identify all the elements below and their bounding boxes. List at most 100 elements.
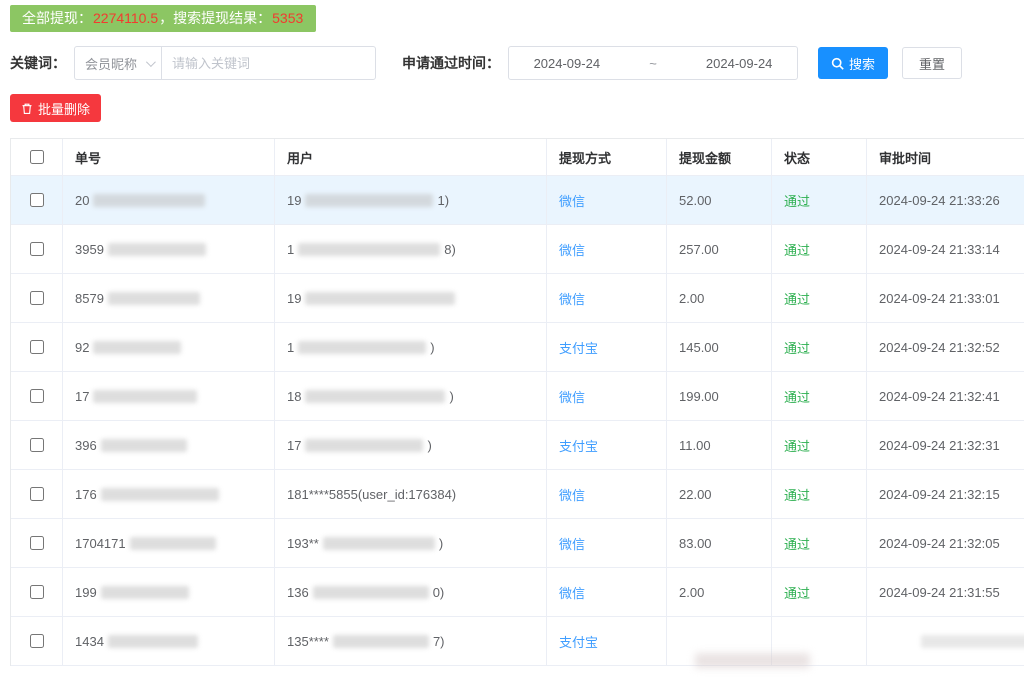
table-row: 3959 18) 微信 257.00 通过 2024-09-24 21:33:1…	[11, 225, 1024, 274]
redacted-user	[305, 439, 423, 452]
method-link[interactable]: 微信	[559, 387, 585, 406]
amount-cell: 83.00	[667, 519, 772, 567]
method-cell: 支付宝	[547, 323, 667, 371]
table-row: 92 1) 支付宝 145.00 通过 2024-09-24 21:32:52	[11, 323, 1024, 372]
keyword-input[interactable]	[161, 46, 376, 80]
redacted-order	[93, 390, 197, 403]
row-checkbox[interactable]	[30, 193, 44, 207]
status-cell: 通过	[772, 372, 867, 420]
row-checkbox-cell	[11, 176, 63, 224]
table-row: 17 18) 微信 199.00 通过 2024-09-24 21:32:41	[11, 372, 1024, 421]
chevron-down-icon	[146, 57, 156, 67]
order-cell: 8579	[63, 274, 275, 322]
row-checkbox[interactable]	[30, 585, 44, 599]
redacted-order	[108, 635, 198, 648]
row-checkbox[interactable]	[30, 438, 44, 452]
method-link[interactable]: 微信	[559, 191, 585, 210]
keyword-type-value: 会员昵称	[85, 54, 137, 73]
method-link[interactable]: 微信	[559, 485, 585, 504]
user-cell: 193**)	[275, 519, 547, 567]
row-checkbox-cell	[11, 274, 63, 322]
method-link[interactable]: 微信	[559, 289, 585, 308]
status-text: 通过	[784, 436, 810, 455]
table-row: 20 191) 微信 52.00 通过 2024-09-24 21:33:26	[11, 176, 1024, 225]
status-cell: 通过	[772, 176, 867, 224]
method-cell: 微信	[547, 568, 667, 616]
method-link[interactable]: 微信	[559, 583, 585, 602]
status-text: 通过	[784, 338, 810, 357]
time-cell: 2024-09-24 21:33:14	[867, 225, 1024, 273]
keyword-type-select[interactable]: 会员昵称	[74, 46, 162, 80]
status-text: 通过	[784, 289, 810, 308]
order-cell: 3959	[63, 225, 275, 273]
method-cell: 微信	[547, 225, 667, 273]
date-range-picker[interactable]: 2024-09-24 ~ 2024-09-24	[508, 46, 798, 80]
method-link[interactable]: 支付宝	[559, 436, 598, 455]
header-status: 状态	[772, 139, 867, 175]
summary-banner: 全部提现：2274110.5，搜索提现结果：5353	[10, 5, 316, 32]
amount-cell: 22.00	[667, 470, 772, 518]
header-time: 审批时间	[867, 139, 1024, 175]
time-cell: 2024-09-24 21:32:52	[867, 323, 1024, 371]
redacted-order	[108, 243, 206, 256]
method-cell: 支付宝	[547, 421, 667, 469]
status-text: 通过	[784, 191, 810, 210]
status-text: 通过	[784, 387, 810, 406]
table-header-row: 单号 用户 提现方式 提现金额 状态 审批时间	[11, 139, 1024, 176]
method-link[interactable]: 支付宝	[559, 338, 598, 357]
batch-delete-button[interactable]: 批量删除	[10, 94, 101, 122]
withdrawal-admin-page: 全部提现：2274110.5，搜索提现结果：5353 关键词： 会员昵称 申请通…	[0, 0, 1024, 666]
user-cell: 18)	[275, 372, 547, 420]
row-checkbox[interactable]	[30, 389, 44, 403]
method-link[interactable]: 支付宝	[559, 632, 598, 651]
status-cell: 通过	[772, 519, 867, 567]
withdrawals-table: 单号 用户 提现方式 提现金额 状态 审批时间 20 191) 微信 52.00…	[10, 138, 1024, 666]
table-row: 1704171 193**) 微信 83.00 通过 2024-09-24 21…	[11, 519, 1024, 568]
date-separator: ~	[649, 56, 657, 71]
row-checkbox[interactable]	[30, 242, 44, 256]
status-cell: 通过	[772, 421, 867, 469]
time-cell: 2024-09-24 21:33:01	[867, 274, 1024, 322]
row-checkbox-cell	[11, 519, 63, 567]
status-cell: 通过	[772, 568, 867, 616]
row-checkbox[interactable]	[30, 634, 44, 648]
row-checkbox[interactable]	[30, 536, 44, 550]
method-cell: 支付宝	[547, 617, 667, 665]
time-cell: 2024-09-24 21:32:15	[867, 470, 1024, 518]
row-checkbox-cell	[11, 568, 63, 616]
row-checkbox-cell	[11, 470, 63, 518]
redacted-user	[298, 341, 426, 354]
select-all-checkbox[interactable]	[30, 150, 44, 164]
redacted-user	[305, 292, 455, 305]
row-checkbox[interactable]	[30, 487, 44, 501]
method-cell: 微信	[547, 519, 667, 567]
redacted-time	[921, 635, 1024, 648]
banner-text-prefix: 全部提现：	[22, 10, 92, 26]
row-checkbox-cell	[11, 372, 63, 420]
header-method: 提现方式	[547, 139, 667, 175]
order-cell: 1704171	[63, 519, 275, 567]
reset-button[interactable]: 重置	[902, 47, 962, 79]
redacted-user	[313, 586, 429, 599]
search-button[interactable]: 搜索	[818, 47, 888, 79]
user-cell: 1)	[275, 323, 547, 371]
amount-cell: 52.00	[667, 176, 772, 224]
batch-delete-label: 批量删除	[38, 99, 90, 118]
user-cell: 181****5855(user_id:176384)	[275, 470, 547, 518]
order-cell: 199	[63, 568, 275, 616]
method-link[interactable]: 微信	[559, 534, 585, 553]
time-cell: 2024-09-24 21:31:55	[867, 568, 1024, 616]
date-start-value[interactable]: 2024-09-24	[534, 56, 601, 71]
row-checkbox[interactable]	[30, 340, 44, 354]
row-checkbox[interactable]	[30, 291, 44, 305]
row-checkbox-cell	[11, 323, 63, 371]
amount-cell: 11.00	[667, 421, 772, 469]
redacted-user	[298, 243, 440, 256]
row-checkbox-cell	[11, 421, 63, 469]
method-link[interactable]: 微信	[559, 240, 585, 259]
table-row: 199 1360) 微信 2.00 通过 2024-09-24 21:31:55	[11, 568, 1024, 617]
redacted-user	[333, 635, 429, 648]
date-end-value[interactable]: 2024-09-24	[706, 56, 773, 71]
status-cell: 通过	[772, 323, 867, 371]
redacted-order	[130, 537, 216, 550]
